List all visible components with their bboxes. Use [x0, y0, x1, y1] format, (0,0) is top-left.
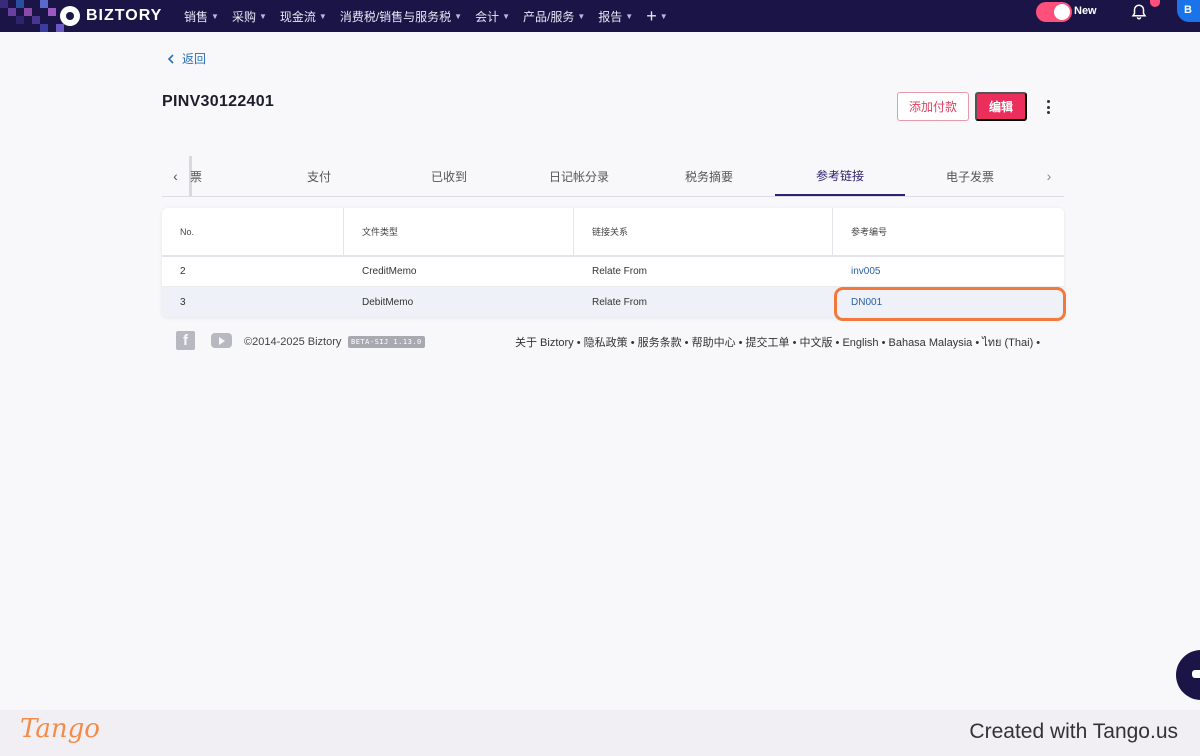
menu-cashflow[interactable]: 现金流 ▼ [280, 8, 327, 25]
menu-quick-add[interactable]: + ▼ [646, 7, 667, 25]
tab-invoice[interactable]: 票 [186, 156, 206, 196]
plus-icon: + [646, 6, 657, 26]
row-document-type: CreditMemo [362, 266, 417, 277]
chat-widget-button[interactable] [1176, 650, 1200, 700]
caret-down-icon: ▼ [625, 11, 634, 21]
menu-accounting[interactable]: 会计 ▼ [475, 8, 510, 25]
version-badge: BETA-SIJ 1.13.0 [348, 336, 425, 348]
row-no: 2 [180, 266, 186, 277]
toggle-label: New [1074, 5, 1097, 17]
tango-credit-text: Created with Tango.us [969, 720, 1178, 743]
column-header-reference-no: 参考编号 [851, 227, 888, 237]
edit-button[interactable]: 编辑 [975, 92, 1027, 121]
table-row: 2 CreditMemo Relate From inv005 [162, 257, 1064, 287]
biztory-logo-icon [60, 6, 80, 26]
caret-down-icon: ▼ [577, 11, 586, 21]
new-ui-toggle[interactable] [1036, 2, 1072, 22]
menu-sales[interactable]: 销售 ▼ [184, 8, 219, 25]
tab-reference-links[interactable]: 参考链接 [775, 156, 905, 196]
column-header-document-type: 文件类型 [344, 208, 574, 255]
tab-received[interactable]: 已收到 [384, 156, 514, 196]
tango-highlight-box [834, 287, 1066, 321]
menu-products[interactable]: 产品/服务 ▼ [523, 8, 585, 25]
menu-reports[interactable]: 报告 ▼ [598, 8, 633, 25]
row-no: 3 [180, 296, 186, 308]
main-menu: 销售 ▼ 采购 ▼ 现金流 ▼ 消费税/销售与服务税 ▼ 会计 ▼ 产品/服务 ▼ 报告 ▼ … [184, 0, 668, 32]
table-header: No. 文件类型 链接关系 参考编号 [162, 208, 1064, 257]
row-link-relation: Relate From [592, 266, 648, 277]
footer-links[interactable]: 关于 Biztory • 隐私政策 • 服务条款 • 帮助中心 • 提交工单 •… [515, 333, 1040, 351]
youtube-icon[interactable] [211, 333, 232, 348]
menu-tax[interactable]: 消费税/销售与服务税 ▼ [340, 8, 462, 25]
row-reference-link[interactable]: inv005 [833, 257, 1064, 286]
caret-down-icon: ▼ [258, 11, 267, 21]
column-header-no: No. [162, 208, 344, 255]
add-payment-button[interactable]: 添加付款 [897, 92, 969, 121]
brand-name: BIZTORY [86, 7, 163, 24]
tab-journal-entries[interactable]: 日记帐分录 [514, 156, 644, 196]
chevron-left-icon [167, 53, 174, 64]
tab-bar: ‹ 票 支付 已收到 日记帐分录 税务摘要 参考链接 电子发票 › [162, 156, 1064, 197]
user-avatar[interactable]: B [1177, 0, 1200, 22]
tab-tax-summary[interactable]: 税务摘要 [644, 156, 774, 196]
tab-e-invoice[interactable]: 电子发票 [905, 156, 1035, 196]
toggle-knob [1054, 4, 1070, 20]
row-document-type: DebitMemo [362, 296, 414, 308]
bell-icon[interactable] [1130, 3, 1148, 21]
back-link[interactable]: 返回 [166, 50, 206, 67]
caret-down-icon: ▼ [454, 11, 463, 21]
caret-down-icon: ▼ [211, 11, 219, 21]
caret-down-icon: ▼ [318, 11, 327, 21]
notification-badge [1150, 0, 1160, 7]
brand-logo[interactable]: BIZTORY [60, 4, 162, 28]
row-link-relation: Relate From [592, 296, 648, 308]
tango-logo: Tango [20, 714, 100, 744]
page-title: PINV30122401 [162, 93, 275, 110]
menu-purchase[interactable]: 采购 ▼ [232, 8, 267, 25]
back-label: 返回 [182, 52, 207, 66]
caret-down-icon: ▼ [502, 11, 511, 21]
tab-payment[interactable]: 支付 [254, 156, 384, 196]
column-header-link-relation: 链接关系 [574, 208, 833, 255]
more-options-icon[interactable] [1040, 98, 1056, 116]
copyright-text: ©2014-2025 Biztory [244, 336, 342, 348]
facebook-icon[interactable] [176, 331, 195, 350]
top-nav-bar: BIZTORY 销售 ▼ 采购 ▼ 现金流 ▼ 消费税/销售与服务税 ▼ 会计 ▼ 产品/… [0, 0, 1200, 32]
tab-scroll-right-icon[interactable]: › [1034, 156, 1064, 196]
caret-down-icon: ▼ [659, 11, 668, 21]
